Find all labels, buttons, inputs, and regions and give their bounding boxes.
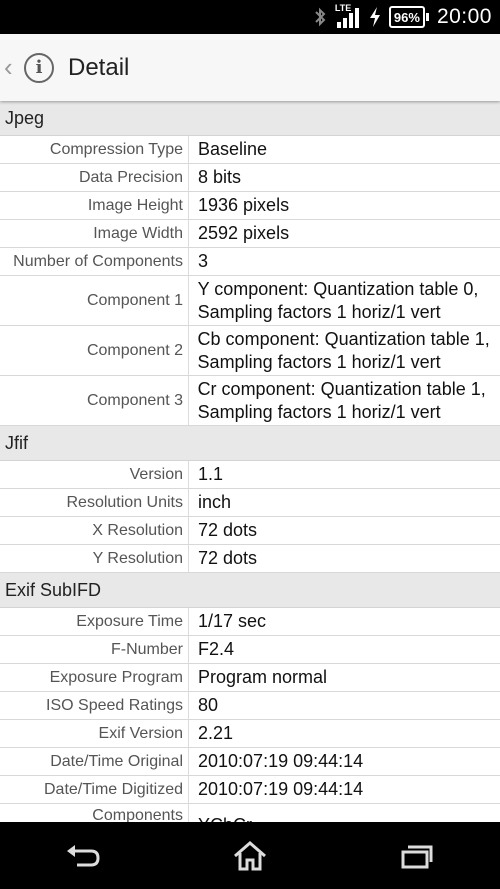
detail-list[interactable]: Jpeg Compression Type Baseline Data Preci… xyxy=(0,101,500,822)
table-row: Date/Time Original 2010:07:19 09:44:14 xyxy=(0,748,500,776)
row-label: ISO Speed Ratings xyxy=(46,696,183,714)
table-row: Component 2 Cb component: Quantization ta… xyxy=(0,326,500,376)
row-value: 1/17 sec xyxy=(198,611,267,631)
row-label: Image Width xyxy=(93,224,183,242)
row-label: Data Precision xyxy=(78,168,183,186)
table-row: X Resolution 72 dots xyxy=(0,517,500,545)
up-chevron-icon[interactable]: ‹ xyxy=(4,52,20,83)
table-row: Data Precision 8 bits xyxy=(0,164,500,192)
table-row: Image Height 1936 pixels xyxy=(0,192,500,220)
battery-icon: 96% xyxy=(388,6,429,28)
table-row: Component 3 Cr component: Quantization ta… xyxy=(0,376,500,426)
section-header-jpeg: Jpeg xyxy=(0,101,500,136)
row-value: 80 xyxy=(198,695,219,715)
lte-signal-icon: LTE xyxy=(334,3,361,28)
page-title: Detail xyxy=(68,53,130,81)
table-row: Exposure Program Program normal xyxy=(0,664,500,692)
table-row: Components YCbCr xyxy=(0,804,500,822)
row-label: Number of Components xyxy=(13,252,183,270)
row-label: Exposure Program xyxy=(49,668,183,686)
row-label: Component 1 xyxy=(86,291,183,309)
row-label: Component 3 xyxy=(86,391,183,409)
table-row: Compression Type Baseline xyxy=(0,136,500,164)
row-value: 8 bits xyxy=(198,167,242,187)
row-label: X Resolution xyxy=(92,521,183,539)
row-value: inch xyxy=(198,492,232,512)
info-icon[interactable]: i xyxy=(24,52,54,83)
table-row: Component 1 Y component: Quantization tab… xyxy=(0,276,500,326)
row-value: Program normal xyxy=(198,667,328,687)
table-row: Version 1.1 xyxy=(0,461,500,489)
table-row: Y Resolution 72 dots xyxy=(0,545,500,573)
network-type-label: LTE xyxy=(334,3,352,13)
section-header-jfif: Jfif xyxy=(0,426,500,461)
clock: 20:00 xyxy=(436,5,492,28)
home-icon[interactable] xyxy=(210,826,290,886)
row-label: Version xyxy=(129,465,183,483)
row-value: 72 dots xyxy=(198,548,258,568)
row-label: Exif Version xyxy=(98,724,183,742)
table-row: Date/Time Digitized 2010:07:19 09:44:14 xyxy=(0,776,500,804)
row-value: 2010:07:19 09:44:14 xyxy=(198,779,364,799)
row-label: F-Number xyxy=(110,640,183,658)
row-value: 1.1 xyxy=(198,464,224,484)
row-label: Exposure Time xyxy=(76,612,183,630)
bluetooth-icon xyxy=(313,7,327,27)
charging-icon xyxy=(369,7,381,27)
table-row: Exposure Time 1/17 sec xyxy=(0,608,500,636)
row-value: Y component: Quantization table 0, Sampl… xyxy=(197,278,479,322)
row-value: 2.21 xyxy=(198,723,234,743)
battery-level: 96% xyxy=(393,9,420,25)
table-row: Exif Version 2.21 xyxy=(0,720,500,748)
row-label: Date/Time Digitized xyxy=(43,780,183,798)
row-value: 1936 pixels xyxy=(198,195,290,215)
table-row: ISO Speed Ratings 80 xyxy=(0,692,500,720)
table-row: F-Number F2.4 xyxy=(0,636,500,664)
table-row: Image Width 2592 pixels xyxy=(0,220,500,248)
row-value: Cb component: Quantization table 1, Samp… xyxy=(197,328,490,372)
action-bar: ‹ i Detail xyxy=(0,34,500,101)
table-row: Number of Components 3 xyxy=(0,248,500,276)
row-value: Baseline xyxy=(198,139,268,159)
row-value: F2.4 xyxy=(198,639,235,659)
section-header-exif-subifd: Exif SubIFD xyxy=(0,573,500,608)
table-row: Resolution Units inch xyxy=(0,489,500,517)
status-bar: LTE 96% 20:00 xyxy=(0,0,500,34)
row-label: Date/Time Original xyxy=(50,752,183,770)
navigation-bar xyxy=(0,822,500,889)
row-value: 2010:07:19 09:44:14 xyxy=(198,751,364,771)
row-value: 3 xyxy=(198,251,209,271)
row-label: Y Resolution xyxy=(92,549,183,567)
recent-apps-icon[interactable] xyxy=(377,826,457,886)
row-value: YCbCr xyxy=(189,804,256,822)
row-value: Cr component: Quantization table 1, Samp… xyxy=(197,378,486,422)
row-label: Compression Type xyxy=(49,140,183,158)
row-label: Image Height xyxy=(87,196,183,214)
row-label: Component 2 xyxy=(86,341,183,359)
row-value: 2592 pixels xyxy=(198,223,290,243)
back-icon[interactable] xyxy=(43,826,123,886)
row-value: 72 dots xyxy=(198,520,258,540)
row-label: Components xyxy=(92,807,183,822)
row-label: Resolution Units xyxy=(66,493,184,511)
